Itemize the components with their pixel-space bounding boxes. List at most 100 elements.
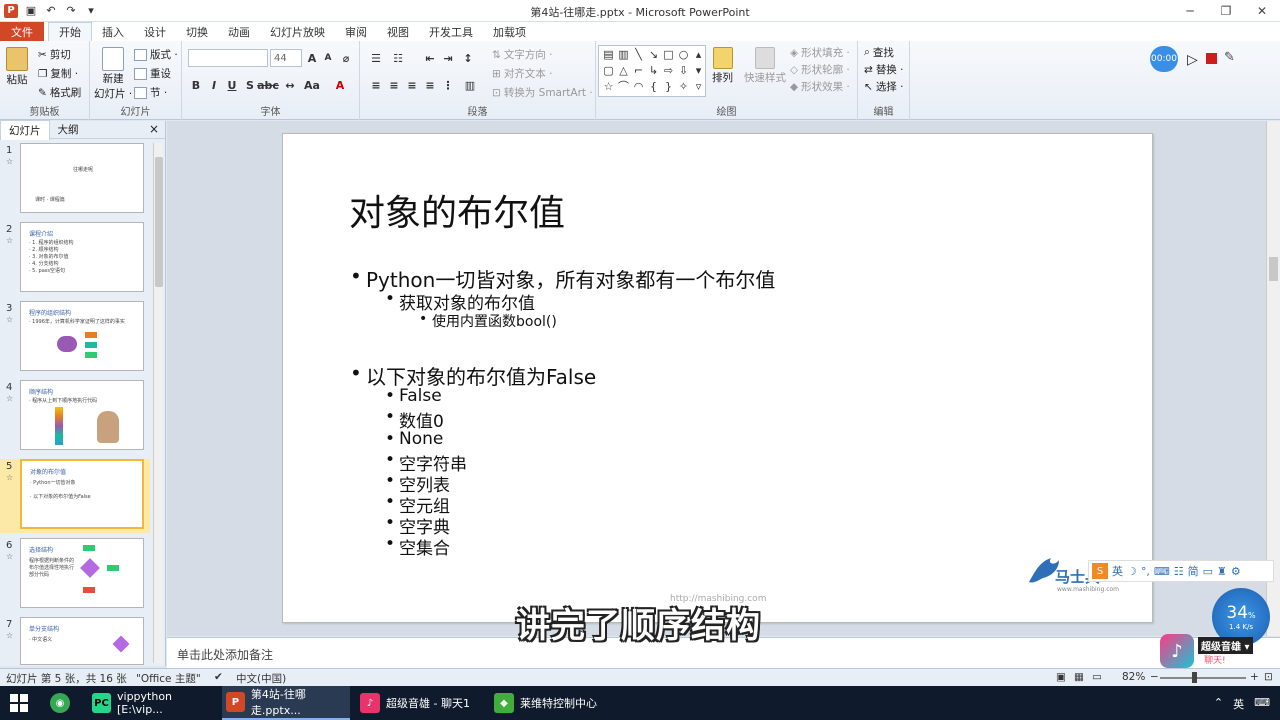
scrollbar-thumb[interactable] (1269, 257, 1278, 281)
decrease-indent-icon[interactable]: ⇤ (422, 50, 438, 66)
slide-thumbnail-selected[interactable]: 5 ☆ 对象的布尔值 · Python一切皆对象 · 以下对象的布尔值为Fals… (0, 459, 150, 533)
chat-icon[interactable]: ▭ (1203, 565, 1213, 578)
taskbar-item-powerpoint[interactable]: P 第4站-往哪走.pptx... (222, 686, 350, 720)
arc-icon[interactable]: ◠ (631, 78, 646, 94)
oval-icon[interactable]: ○ (676, 46, 691, 62)
curve-icon[interactable]: ⌒ (616, 78, 631, 94)
scrollbar-thumb[interactable] (155, 157, 163, 287)
quick-styles-button[interactable]: 快速样式 (744, 47, 786, 85)
section-button[interactable]: 节 · (134, 85, 167, 100)
slide-thumbnail[interactable]: 1 ☆ 往哪走呢 课时 · 课程篇 (0, 143, 150, 217)
smartart-button[interactable]: ⊡ 转换为 SmartArt · (492, 85, 593, 100)
minimize-icon[interactable]: ─ (1172, 0, 1208, 22)
increase-indent-icon[interactable]: ⇥ (440, 50, 456, 66)
stop-record-button[interactable] (1206, 53, 1217, 64)
format-painter-button[interactable]: ✎ 格式刷 (38, 85, 81, 100)
right-arrow-icon[interactable]: ⇨ (661, 62, 676, 78)
shirt-icon[interactable]: ♜ (1217, 565, 1227, 578)
select-button[interactable]: ↖ 选择 · (864, 79, 904, 94)
zoom-slider[interactable] (1160, 677, 1246, 679)
tab-animations[interactable]: 动画 (218, 22, 260, 41)
slide-thumbnail[interactable]: 2 ☆ 课程介绍 · 1. 程序的组织结构 · 2. 顺序结构 · 3. 对象的… (0, 222, 150, 296)
bold-button[interactable]: B (188, 77, 204, 93)
tab-transitions[interactable]: 切换 (176, 22, 218, 41)
settings-icon[interactable]: ⚙ (1231, 565, 1241, 578)
slide-title[interactable]: 对象的布尔值 (349, 184, 565, 236)
bullets-icon[interactable]: ☰ (368, 50, 384, 66)
tab-insert[interactable]: 插入 (92, 22, 134, 41)
normal-view-icon[interactable]: ▣ (1056, 671, 1066, 683)
shape-effects-button[interactable]: ◆ 形状效果 · (790, 79, 850, 94)
pen-icon[interactable]: ✎ (1224, 50, 1235, 65)
tab-view[interactable]: 视图 (377, 22, 419, 41)
shape-outline-button[interactable]: ◇ 形状轮廓 · (790, 62, 850, 77)
shrink-font-icon[interactable]: A (320, 50, 336, 66)
tab-addins[interactable]: 加载项 (483, 22, 536, 41)
zoom-in-icon[interactable]: + (1250, 671, 1259, 683)
undo-icon[interactable]: ↶ (44, 4, 58, 18)
recording-timer[interactable]: 00:00 (1150, 46, 1178, 72)
clear-format-icon[interactable]: ⌀ (338, 50, 354, 66)
rounded-rect-icon[interactable]: ▢ (601, 62, 616, 78)
cut-button[interactable]: ✂ 剪切 (38, 47, 71, 62)
punct-icon[interactable]: °, (1141, 565, 1150, 578)
ime-script-toggle[interactable]: 简 (1188, 563, 1199, 579)
columns-icon[interactable]: ▥ (462, 77, 478, 93)
zoom-out-icon[interactable]: − (1150, 671, 1159, 683)
reset-button[interactable]: 重设 (134, 66, 171, 81)
star-icon[interactable]: ☆ (601, 78, 616, 94)
save-icon[interactable]: ▣ (24, 4, 38, 18)
tab-review[interactable]: 审阅 (335, 22, 377, 41)
taskbar-item-music[interactable]: ♪ 超级音雄 - 聊天1 (356, 686, 484, 720)
elbow-icon[interactable]: ⌐ (631, 62, 646, 78)
maximize-icon[interactable]: ❐ (1208, 0, 1244, 22)
align-right-icon[interactable]: ≡ (404, 77, 420, 93)
brace-right-icon[interactable]: } (661, 78, 676, 94)
gallery-more-icon[interactable]: ▿ (691, 78, 706, 94)
char-spacing-icon[interactable]: ↔ (282, 77, 298, 93)
customize-icon[interactable]: ▾ (84, 4, 98, 18)
vtextbox-icon[interactable]: ▥ (616, 46, 631, 62)
align-text-button[interactable]: ⊞ 对齐文本 · (492, 66, 553, 81)
triangle-icon[interactable]: △ (616, 62, 631, 78)
tray-ime[interactable]: 英 (1233, 696, 1244, 712)
shadow-button[interactable]: S (242, 77, 258, 93)
shape-fill-button[interactable]: ◈ 形状填充 · (790, 45, 850, 60)
italic-button[interactable]: I (206, 77, 222, 93)
copy-button[interactable]: ❐ 复制 · (38, 66, 78, 81)
distribute-icon[interactable]: ⋮ (440, 77, 456, 93)
slide-thumbnail[interactable]: 6 ☆ 选择结构 程序根据判断条件的 布尔值选择性地执行 部分代码 (0, 538, 150, 612)
textbox-icon[interactable]: ▤ (601, 46, 616, 62)
font-name-input[interactable] (188, 49, 268, 67)
zoom-level[interactable]: 82% (1122, 671, 1145, 683)
tab-home[interactable]: 开始 (48, 22, 92, 41)
taskbar-item-control-center[interactable]: ◆ 莱维特控制中心 (490, 686, 620, 720)
thumbnail-scrollbar[interactable] (153, 143, 163, 663)
new-slide-button[interactable]: 新建 幻灯片 · (94, 47, 132, 101)
close-icon[interactable]: × (149, 122, 159, 136)
reading-view-icon[interactable]: ▭ (1092, 671, 1102, 683)
tab-outline[interactable]: 大纲 (50, 120, 87, 139)
replace-button[interactable]: ⇄ 替换 · (864, 62, 904, 77)
text-direction-button[interactable]: ⇅ 文字方向 · (492, 47, 553, 62)
music-app-widget[interactable]: ♪ 超级音雄 ▾ 聊天! (1160, 634, 1260, 668)
zoom-slider-handle[interactable] (1192, 672, 1197, 683)
sorter-view-icon[interactable]: ▦ (1074, 671, 1084, 683)
close-icon[interactable]: ✕ (1244, 0, 1280, 22)
tools-icon[interactable]: ☷ (1174, 565, 1184, 578)
underline-button[interactable]: U (224, 77, 240, 93)
grow-font-icon[interactable]: A (304, 50, 320, 66)
editor-scrollbar[interactable] (1266, 121, 1280, 636)
sogou-icon[interactable]: S (1092, 563, 1108, 579)
slide-thumbnail[interactable]: 3 ☆ 程序的组织结构 · 1996年，计算机科学家证明了这样的事实 (0, 301, 150, 375)
font-color-icon[interactable]: A (332, 77, 348, 93)
language-indicator[interactable]: 中文(中国) (236, 671, 286, 686)
brace-left-icon[interactable]: { (646, 78, 661, 94)
gallery-up-icon[interactable]: ▴ (691, 46, 706, 62)
tab-slideshow[interactable]: 幻灯片放映 (260, 22, 335, 41)
align-left-icon[interactable]: ≡ (368, 77, 384, 93)
ime-toolbar[interactable]: S 英 ☽ °, ⌨ ☷ 简 ▭ ♜ ⚙ (1088, 560, 1274, 582)
tray-arrow-icon[interactable]: ⌃ (1214, 696, 1223, 712)
tab-design[interactable]: 设计 (134, 22, 176, 41)
elbow-arrow-icon[interactable]: ↳ (646, 62, 661, 78)
